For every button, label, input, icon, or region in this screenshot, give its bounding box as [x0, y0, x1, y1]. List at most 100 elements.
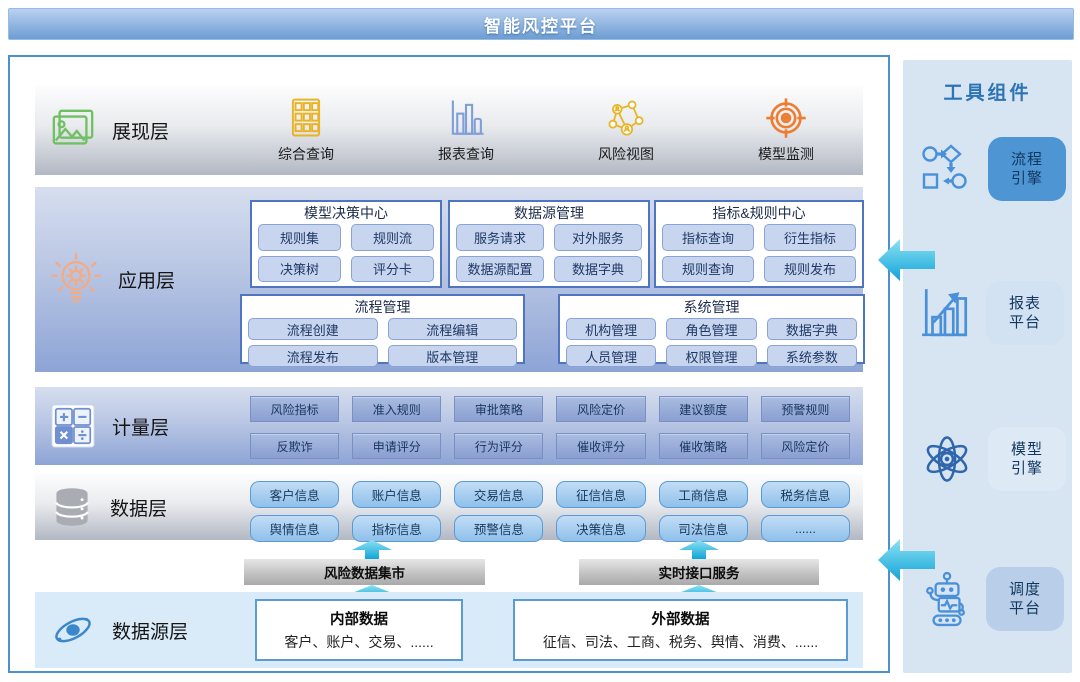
platform-title-banner: 智能风控平台	[8, 8, 1074, 40]
architecture-panel: 展现层 综合查询	[8, 55, 890, 673]
bulb-gear-icon	[50, 252, 102, 308]
presentation-items: 综合查询 报表查询	[250, 85, 842, 175]
module-chip: 对外服务	[554, 224, 642, 251]
bar-chart-icon	[445, 97, 487, 139]
presentation-item-report: 报表查询	[410, 97, 522, 164]
tool-box-report-platform: 报表平台	[986, 281, 1064, 345]
measure-chip: 预警规则	[761, 396, 850, 422]
left-arrow	[878, 237, 935, 283]
panel-items: 服务请求 对外服务 数据源配置 数据字典	[456, 224, 642, 282]
up-arrow	[350, 540, 394, 559]
data-layer-label: 数据层	[110, 494, 167, 521]
measurement-layer-label: 计量层	[112, 413, 169, 440]
realtime-api-label: 实时接口服务	[659, 562, 740, 582]
presentation-item-label: 模型监测	[758, 144, 814, 164]
panel-system-mgmt: 系统管理 机构管理 角色管理 数据字典 人员管理 权限管理 系统参数	[558, 294, 865, 364]
tool-item-model-engine: 模型引擎	[903, 426, 1072, 492]
tool-box-model-engine: 模型引擎	[988, 427, 1066, 491]
data-chip: ......	[761, 515, 850, 542]
data-chip: 客户信息	[250, 481, 339, 508]
data-chip: 决策信息	[556, 515, 645, 542]
module-chip: 评分卡	[351, 256, 434, 283]
measure-chip: 风险定价	[761, 433, 850, 459]
flowchart-icon	[919, 143, 975, 195]
measure-chip: 反欺诈	[250, 433, 339, 459]
presentation-item-label: 报表查询	[438, 144, 494, 164]
tool-label: 流程引擎	[1010, 150, 1044, 189]
data-layer-band: 数据层 客户信息 账户信息 交易信息 征信信息 工商信息 税务信息 舆情信息 指…	[35, 474, 863, 540]
grid-icon	[285, 97, 327, 139]
data-chip: 指标信息	[352, 515, 441, 542]
external-data-desc: 征信、司法、工商、税务、舆情、消费、......	[543, 632, 818, 652]
datasource-layer-band: 数据源层 内部数据 客户、账户、交易、...... 外部数据 征信、司法、工商、…	[35, 592, 863, 668]
panel-model-decision-center: 模型决策中心 规则集 规则流 决策树 评分卡	[250, 200, 442, 288]
module-chip: 数据字典	[767, 318, 857, 340]
tool-label: 调度平台	[1008, 580, 1042, 619]
module-chip: 规则集	[258, 224, 341, 251]
intelligent-risk-platform: 智能风控平台 展现层	[0, 0, 1080, 682]
application-layer-band: 应用层 模型决策中心 规则集 规则流 决策树 评分卡 数据源管理 服务请求 对外…	[35, 187, 863, 372]
measure-chip: 审批策略	[454, 396, 543, 422]
measure-chip: 催收策略	[659, 433, 748, 459]
external-data-box: 外部数据 征信、司法、工商、税务、舆情、消费、......	[513, 599, 848, 661]
data-chip: 司法信息	[659, 515, 748, 542]
panel-title: 数据源管理	[456, 204, 642, 223]
data-chip: 舆情信息	[250, 515, 339, 542]
module-chip: 规则流	[351, 224, 434, 251]
module-chip: 衍生指标	[764, 224, 856, 251]
target-icon	[765, 97, 807, 139]
panel-items: 机构管理 角色管理 数据字典 人员管理 权限管理 系统参数	[566, 318, 857, 367]
panel-indicator-rule-center: 指标&规则中心 指标查询 衍生指标 规则查询 规则发布	[654, 200, 864, 288]
data-chip: 工商信息	[659, 481, 748, 508]
tool-label: 报表平台	[1008, 294, 1042, 333]
panel-items: 指标查询 衍生指标 规则查询 规则发布	[662, 224, 856, 282]
module-chip: 决策树	[258, 256, 341, 283]
module-chip: 流程创建	[248, 318, 378, 340]
module-chip: 权限管理	[666, 345, 756, 367]
panel-title: 指标&规则中心	[662, 204, 856, 223]
module-chip: 系统参数	[767, 345, 857, 367]
realtime-api-bar: 实时接口服务	[579, 559, 819, 585]
pictures-icon	[50, 107, 96, 153]
module-chip: 服务请求	[456, 224, 544, 251]
module-chip: 规则查询	[662, 256, 754, 283]
internal-data-title: 内部数据	[330, 608, 388, 629]
left-arrow	[878, 537, 935, 583]
data-chip: 账户信息	[352, 481, 441, 508]
tool-item-flow-engine: 流程引擎	[903, 136, 1072, 202]
module-chip: 数据字典	[554, 256, 642, 283]
panel-items: 流程创建 流程编辑 流程发布 版本管理	[248, 318, 517, 367]
measure-chip: 风险定价	[556, 396, 645, 422]
module-chip: 流程发布	[248, 345, 378, 367]
measure-chip: 申请评分	[352, 433, 441, 459]
network-icon	[605, 97, 647, 139]
module-chip: 流程编辑	[388, 318, 518, 340]
data-chips: 客户信息 账户信息 交易信息 征信信息 工商信息 税务信息 舆情信息 指标信息 …	[250, 481, 850, 542]
measurement-layer-head: 计量层	[50, 387, 169, 465]
up-arrow	[677, 540, 721, 559]
application-layer-head: 应用层	[50, 187, 175, 372]
data-chip: 税务信息	[761, 481, 850, 508]
presentation-layer-label: 展现层	[112, 117, 169, 144]
internal-data-box: 内部数据 客户、账户、交易、......	[255, 599, 463, 661]
atom-icon	[919, 431, 975, 487]
measure-chip: 建议额度	[659, 396, 748, 422]
external-data-title: 外部数据	[652, 608, 710, 629]
panel-title: 流程管理	[248, 298, 517, 317]
measure-chip: 行为评分	[454, 433, 543, 459]
tool-item-report-platform: 报表平台	[903, 280, 1072, 346]
module-chip: 规则发布	[764, 256, 856, 283]
presentation-item-monitor: 模型监测	[730, 97, 842, 164]
measure-chip: 催收评分	[556, 433, 645, 459]
data-chip: 征信信息	[556, 481, 645, 508]
measurement-layer-band: 计量层 风险指标 准入规则 审批策略 风险定价 建议额度 预警规则 反欺诈 申请…	[35, 387, 863, 465]
presentation-item-label: 风险视图	[598, 144, 654, 164]
presentation-layer-band: 展现层 综合查询	[35, 85, 863, 175]
presentation-item-label: 综合查询	[278, 144, 334, 164]
calculator-icon	[50, 403, 96, 449]
panel-items: 规则集 规则流 决策树 评分卡	[258, 224, 434, 282]
toolbox-title: 工具组件	[903, 78, 1072, 105]
measure-chip: 风险指标	[250, 396, 339, 422]
risk-data-mart-label: 风险数据集市	[324, 562, 405, 582]
platform-title: 智能风控平台	[484, 12, 598, 37]
